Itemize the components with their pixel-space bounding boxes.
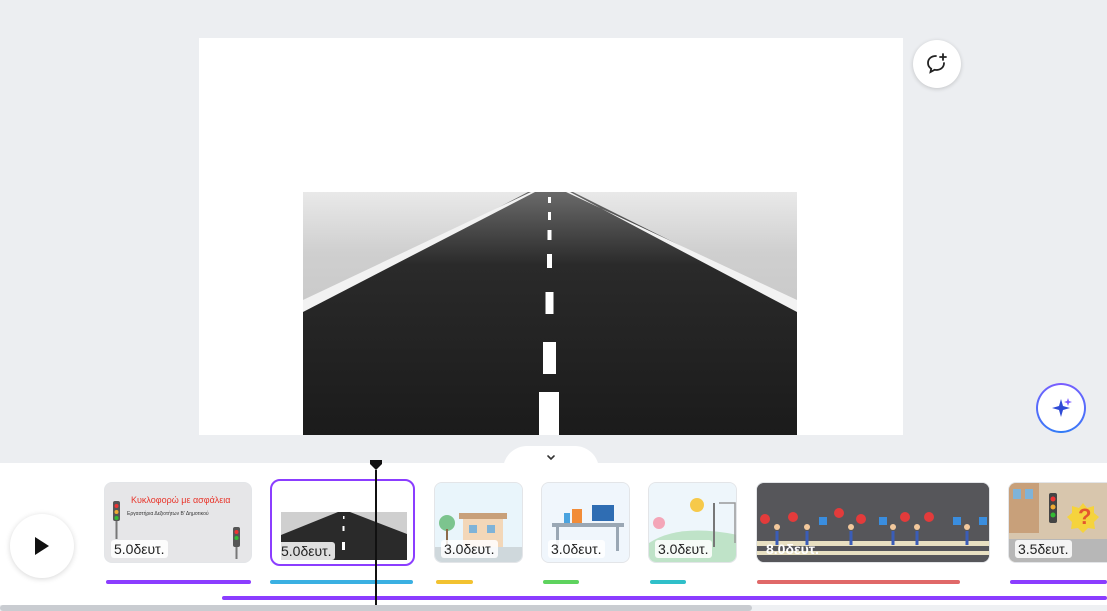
- clip-color-bar: [270, 580, 413, 584]
- clip-duration: 3.5δευτ.: [1015, 540, 1072, 558]
- playhead[interactable]: [375, 470, 377, 611]
- clip-duration: 5.0δευτ.: [278, 542, 335, 560]
- road-image[interactable]: [303, 192, 797, 435]
- help-button[interactable]: ?: [1066, 502, 1100, 534]
- add-comment-button[interactable]: [913, 40, 961, 88]
- timeline-clip-3[interactable]: 3.0δευτ.: [434, 482, 523, 563]
- clip-color-bar: [757, 580, 960, 584]
- collapse-timeline-button[interactable]: [503, 446, 599, 470]
- timeline-clip-5[interactable]: 3.0δευτ.: [648, 482, 737, 563]
- clip-color-bar: [106, 580, 251, 584]
- design-page[interactable]: [199, 38, 903, 435]
- timeline-clip-1[interactable]: Κυκλοφορώ με ασφάλεια Εργαστήρια Δεξιοτή…: [104, 482, 252, 563]
- comment-add-icon: [927, 53, 947, 74]
- clip-duration: 8.0δευτ.: [766, 541, 819, 557]
- clip-title: Κυκλοφορώ με ασφάλεια: [131, 495, 231, 505]
- timeline-clip-4[interactable]: 3.0δευτ.: [541, 482, 630, 563]
- clip-color-bar: [1010, 580, 1107, 584]
- timeline-scroll-thumb[interactable]: [0, 605, 752, 611]
- clip-color-bar: [543, 580, 579, 584]
- timeline-clip-6[interactable]: 8.0δευτ.: [756, 482, 990, 563]
- clip-color-bar: [436, 580, 473, 584]
- help-mark: ?: [1078, 504, 1092, 529]
- clip-duration: 3.0δευτ.: [548, 540, 605, 558]
- clip-color-bar: [650, 580, 686, 584]
- play-button[interactable]: [10, 514, 74, 578]
- magic-assistant-button[interactable]: [1036, 383, 1086, 433]
- clip-duration: 3.0δευτ.: [441, 540, 498, 558]
- play-icon: [35, 537, 49, 555]
- sparkle-icon: [1052, 398, 1072, 417]
- chevron-down-icon: [547, 455, 555, 461]
- audio-track[interactable]: [222, 596, 1107, 600]
- clip-duration: 3.0δευτ.: [655, 540, 712, 558]
- timeline-clip-2[interactable]: 5.0δευτ.: [270, 479, 415, 566]
- clip-subtitle: Εργαστήρια Δεξιοτήτων Β' Δημοτικού: [127, 511, 209, 517]
- clip-duration: 5.0δευτ.: [111, 540, 168, 558]
